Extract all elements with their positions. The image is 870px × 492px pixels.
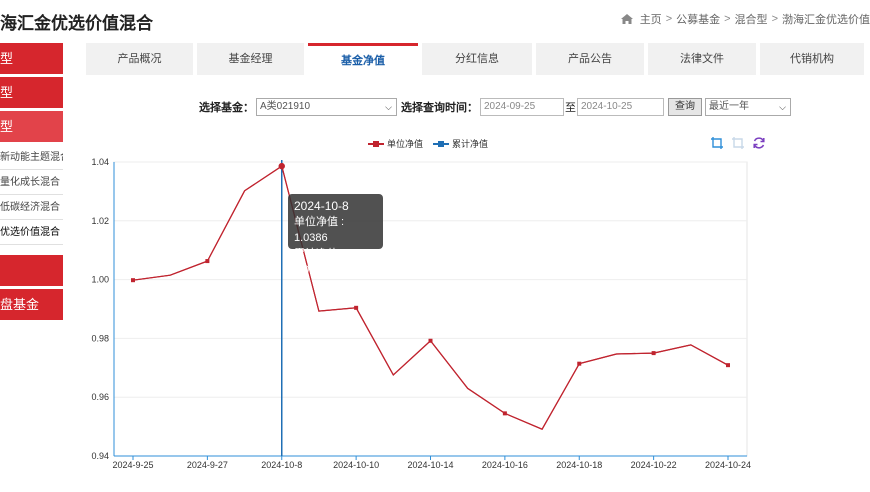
tooltip-acc-value: 累计净值 : 1.0386: [294, 248, 345, 276]
x-tick-label: 2024-10-14: [407, 460, 453, 470]
data-point-marker: [651, 351, 656, 356]
chart-tooltip: 2024-10-8 单位净值 : 1.0386 累计净值 : 1.0386: [288, 194, 383, 276]
data-point-marker: [726, 363, 730, 368]
highlight-point: [278, 162, 285, 170]
series-line-acc: [132, 165, 729, 430]
y-tick-label: 0.98: [91, 333, 109, 343]
x-tick-label: 2024-10-24: [705, 460, 751, 470]
tooltip-unit-value: 单位净值 : 1.0386: [294, 216, 345, 244]
y-tick-label: 1.04: [91, 157, 109, 167]
data-point-marker: [502, 411, 507, 416]
y-tick-label: 0.96: [91, 392, 109, 402]
plot-area: [113, 161, 748, 457]
data-point-marker: [131, 278, 135, 283]
nav-line-chart[interactable]: 0.94 0.96 0.98 1.00 1.02 1.04 2024-9-25 2024-9-…: [0, 0, 870, 492]
x-tick-label: 2024-10-18: [556, 460, 602, 470]
tooltip-date: 2024-10-8: [294, 199, 349, 213]
data-point-marker: [205, 259, 210, 264]
y-tick-label: 1.00: [91, 275, 109, 285]
x-tick-label: 2024-10-22: [631, 460, 677, 470]
data-point-marker: [428, 338, 433, 343]
series-line-unit: [132, 165, 729, 430]
x-tick-label: 2024-9-27: [187, 460, 228, 470]
y-tick-label: 0.94: [91, 451, 109, 461]
data-point-marker: [577, 361, 582, 366]
data-point-marker: [354, 305, 359, 310]
x-tick-label: 2024-10-16: [482, 460, 528, 470]
x-tick-label: 2024-10-8: [261, 460, 302, 470]
x-tick-label: 2024-9-25: [112, 460, 153, 470]
y-tick-label: 1.02: [91, 216, 109, 226]
x-tick-label: 2024-10-10: [333, 460, 379, 470]
